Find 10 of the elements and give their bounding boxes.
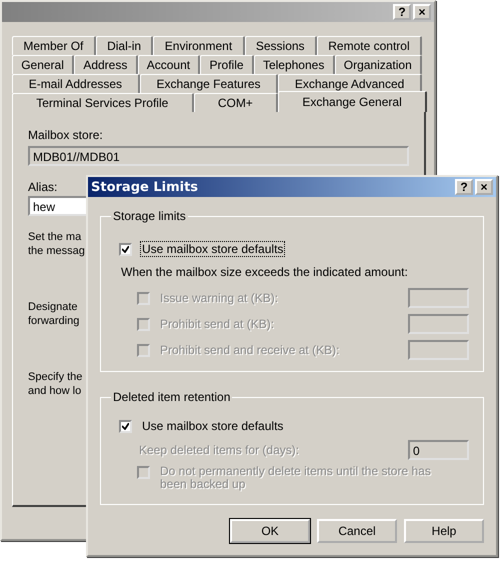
group-title: Deleted item retention xyxy=(112,390,232,404)
description-text: Specify the and how lo xyxy=(28,370,82,398)
description-text: Designate forwarding xyxy=(28,300,80,328)
description-text: Set the ma the messag xyxy=(28,230,85,258)
field-label: Mailbox store: xyxy=(28,128,103,142)
group-title: Storage limits xyxy=(112,209,187,223)
window-title: Storage Limits xyxy=(91,180,200,194)
field-label: Alias: xyxy=(28,180,58,194)
note-text: When the mailbox size exceeds the indicated amount: xyxy=(121,265,408,279)
keep-days-label: Keep deleted items for (days): xyxy=(138,442,300,458)
